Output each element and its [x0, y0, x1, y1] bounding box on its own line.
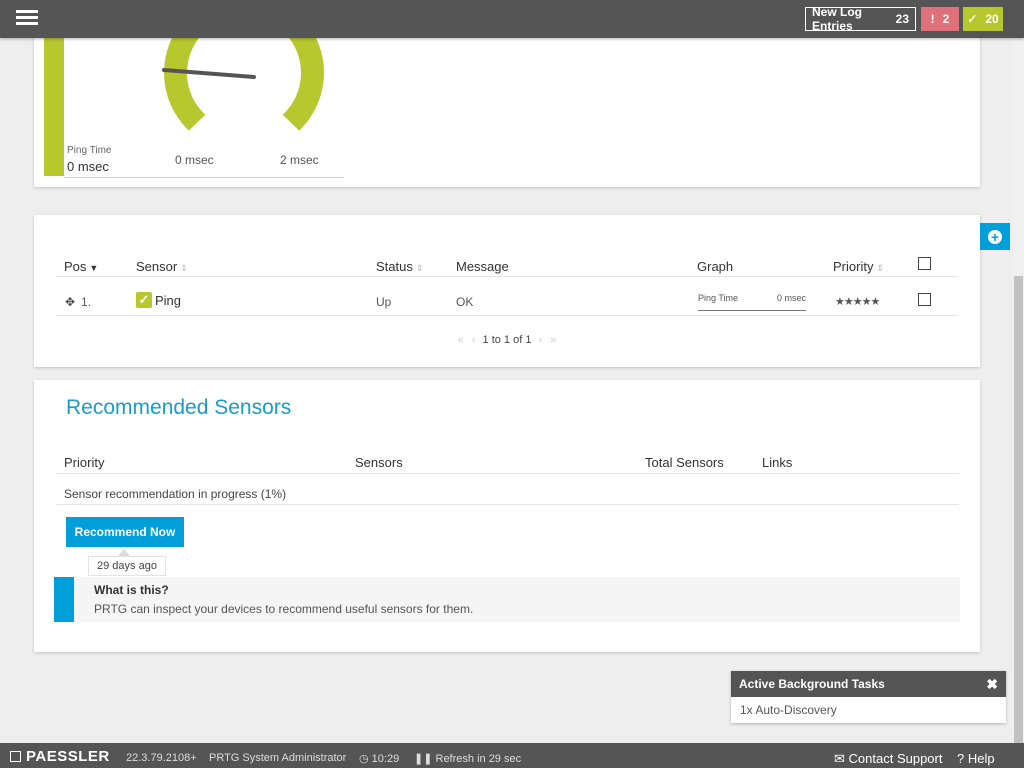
recommend-now-button[interactable]: Recommend Now: [66, 517, 184, 547]
envelope-icon: ✉: [834, 751, 845, 766]
gauge-max-label: 2 msec: [280, 153, 319, 167]
recommended-sensors-title: Recommended Sensors: [66, 396, 292, 419]
move-handle-icon[interactable]: ✥: [65, 295, 75, 309]
info-box: What is this? PRTG can inspect your devi…: [54, 577, 960, 622]
ok-badge[interactable]: ✓ 20: [963, 7, 1003, 31]
question-icon: ?: [957, 751, 965, 766]
add-button[interactable]: +: [980, 223, 1010, 250]
info-accent-bar: [54, 577, 74, 622]
recommended-sensors-card: Recommended Sensors Priority Sensors Tot…: [34, 380, 980, 652]
gauge-label: Ping Time: [67, 145, 112, 156]
top-bar: New Log Entries 23 ! 2 ✓ 20: [0, 0, 1024, 38]
gauge-level-bar: [44, 38, 64, 176]
page-scrollbar[interactable]: [1013, 38, 1024, 743]
ok-count: 20: [985, 12, 999, 26]
user-name[interactable]: PRTG System Administrator: [209, 752, 346, 764]
row-status: Up: [376, 295, 392, 309]
footer-bar: PAESSLER 22.3.79.2108+ PRTG System Admin…: [0, 743, 1024, 768]
col-pos-header[interactable]: Pos ▼: [64, 259, 98, 274]
refresh-timer[interactable]: ❚❚ Refresh in 29 sec: [414, 752, 521, 765]
version-text: 22.3.79.2108+: [126, 752, 197, 764]
pagination: « ‹ 1 to 1 of 1 › »: [34, 334, 980, 346]
prev-page-icon[interactable]: ‹: [472, 334, 476, 346]
background-tasks-panel: Active Background Tasks ✖ 1x Auto-Discov…: [731, 671, 1006, 723]
sensor-table-card: Pos ▼ Sensor ⇕ Status ⇕ Message Graph Prior…: [34, 215, 980, 367]
rec-col-total: Total Sensors: [645, 455, 724, 470]
next-page-icon[interactable]: ›: [539, 334, 543, 346]
select-all-checkbox[interactable]: [918, 257, 931, 270]
log-entries-count: 23: [895, 12, 909, 26]
col-sensor-header[interactable]: Sensor ⇕: [136, 259, 188, 274]
background-task-item[interactable]: 1x Auto-Discovery: [731, 697, 1006, 723]
col-status-header[interactable]: Status ⇕: [376, 259, 423, 274]
exclamation-icon: !: [930, 12, 935, 26]
first-page-icon[interactable]: «: [458, 334, 464, 346]
plus-circle-icon: +: [988, 229, 1002, 244]
gauge-value: 0 msec: [67, 159, 109, 174]
mini-graph-label: Ping Time: [698, 293, 739, 303]
header-divider: [56, 276, 959, 277]
priority-stars[interactable]: ★★★★★: [835, 295, 880, 308]
row-message: OK: [456, 295, 474, 309]
gauge-card: Ping Time 0 msec 0 msec 2 msec: [34, 20, 980, 187]
gauge-min-label: 0 msec: [175, 153, 214, 167]
col-priority-header[interactable]: Priority ⇕: [833, 259, 884, 274]
paessler-logo[interactable]: PAESSLER: [10, 748, 110, 765]
contact-support-link[interactable]: ✉ Contact Support: [834, 751, 942, 767]
background-tasks-header: Active Background Tasks ✖: [731, 671, 1006, 697]
pause-icon: ❚❚: [414, 753, 433, 765]
log-entries-label: New Log Entries: [812, 5, 862, 33]
pager-text: 1 to 1 of 1: [482, 334, 532, 346]
info-title: What is this?: [94, 583, 169, 597]
row-pos: 1.: [81, 295, 92, 309]
checkmark-icon: ✓: [967, 12, 978, 26]
clock: ◷ 10:29: [359, 753, 400, 765]
recommendation-progress: Sensor recommendation in progress (1%): [64, 487, 287, 501]
gauge-arc: [164, 38, 324, 131]
mini-graph[interactable]: Ping Time 0 msec: [698, 293, 806, 311]
row-checkbox[interactable]: [918, 293, 931, 306]
rec-col-sensors: Sensors: [355, 455, 403, 470]
col-message-header: Message: [456, 259, 509, 274]
rec-header-divider: [56, 473, 959, 474]
help-link[interactable]: ? Help: [957, 751, 995, 766]
clock-icon: ◷: [359, 753, 369, 765]
scrollbar-thumb[interactable]: [1014, 276, 1023, 743]
last-run-tooltip: 29 days ago: [88, 556, 166, 576]
ping-gauge: [162, 38, 324, 131]
sensor-up-icon: ✓: [136, 292, 152, 308]
row-divider: [56, 315, 959, 316]
info-text: PRTG can inspect your devices to recomme…: [94, 602, 474, 616]
new-log-entries-button[interactable]: New Log Entries 23: [805, 5, 916, 33]
gauge-divider: [64, 177, 344, 178]
rec-col-priority: Priority: [64, 455, 105, 470]
background-tasks-title: Active Background Tasks: [739, 677, 885, 691]
rec-row-divider: [56, 504, 959, 505]
last-page-icon[interactable]: »: [550, 334, 556, 346]
tooltip-arrow: [118, 549, 130, 556]
col-graph-header: Graph: [697, 259, 734, 274]
hamburger-menu-icon[interactable]: [16, 10, 38, 28]
rec-col-links: Links: [762, 455, 793, 470]
alarm-badge[interactable]: ! 2: [921, 7, 959, 31]
alarm-count: 2: [942, 12, 950, 26]
paessler-logo-icon: [10, 751, 21, 762]
sensor-name-link[interactable]: Ping: [155, 293, 181, 308]
mini-graph-value: 0 msec: [776, 293, 806, 303]
close-icon[interactable]: ✖: [986, 676, 998, 693]
